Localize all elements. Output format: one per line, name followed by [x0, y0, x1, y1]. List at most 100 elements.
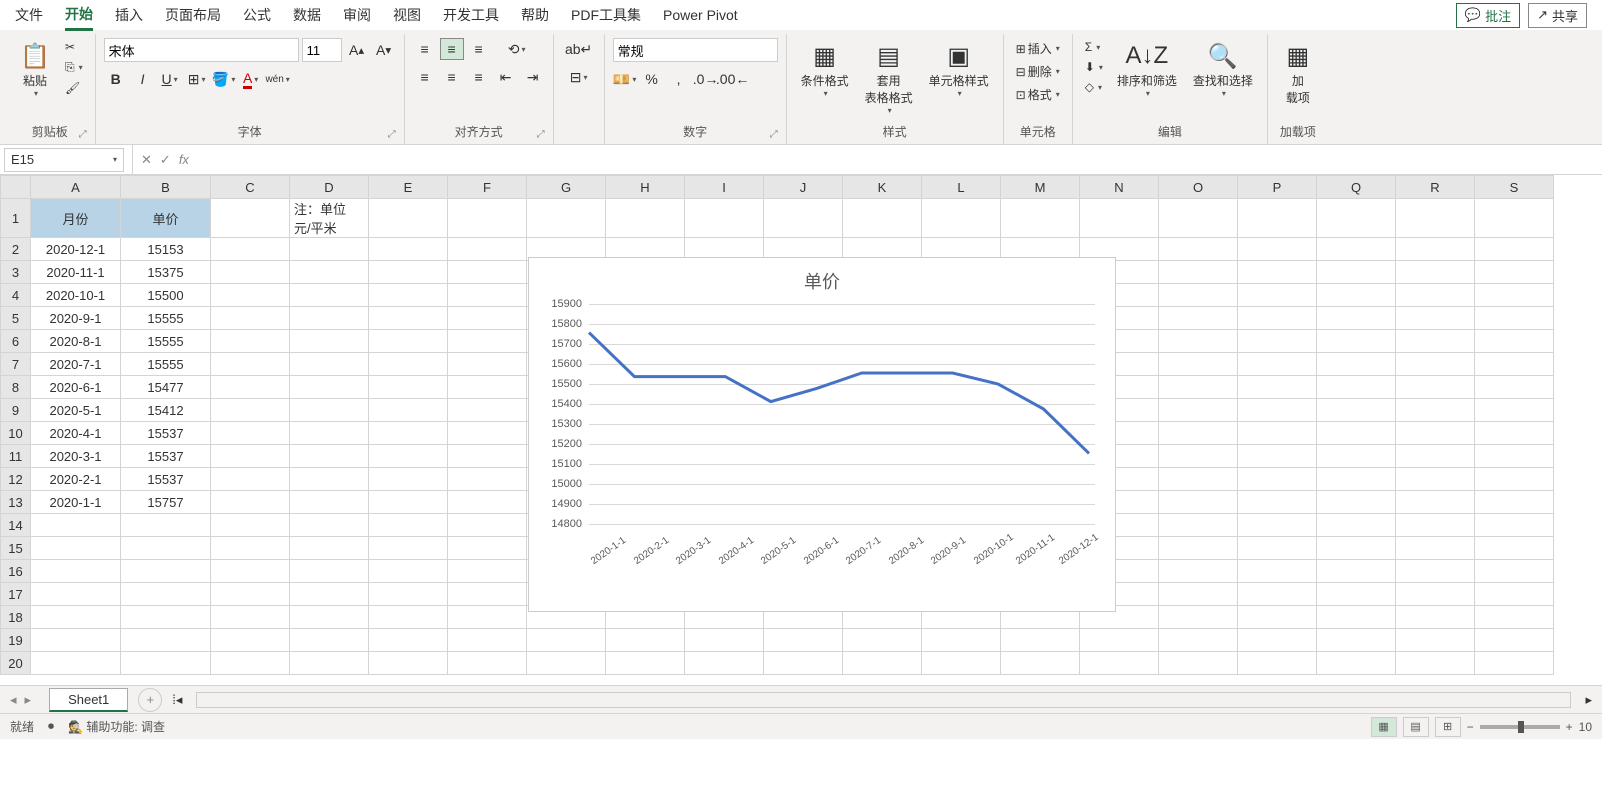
- cell-D16[interactable]: [290, 560, 369, 583]
- cell-B1[interactable]: 单价: [121, 199, 211, 238]
- cell-B6[interactable]: 15555: [121, 330, 211, 353]
- cell-O15[interactable]: [1159, 537, 1238, 560]
- cell-E14[interactable]: [369, 514, 448, 537]
- cell-P1[interactable]: [1238, 199, 1317, 238]
- cell-D2[interactable]: [290, 238, 369, 261]
- cell-A9[interactable]: 2020-5-1: [31, 399, 121, 422]
- cell-O8[interactable]: [1159, 376, 1238, 399]
- cell-M19[interactable]: [1001, 629, 1080, 652]
- cell-D1[interactable]: 注：单位 元/平米: [290, 199, 369, 238]
- cell-B13[interactable]: 15757: [121, 491, 211, 514]
- cell-E8[interactable]: [369, 376, 448, 399]
- cell-P13[interactable]: [1238, 491, 1317, 514]
- wrap-text-button[interactable]: ab↵: [562, 38, 596, 60]
- cell-R19[interactable]: [1396, 629, 1475, 652]
- cell-E17[interactable]: [369, 583, 448, 606]
- cell-S3[interactable]: [1475, 261, 1554, 284]
- cell-F11[interactable]: [448, 445, 527, 468]
- cell-H20[interactable]: [606, 652, 685, 675]
- row-header-12[interactable]: 12: [1, 468, 31, 491]
- col-header-B[interactable]: B: [121, 176, 211, 199]
- cell-A8[interactable]: 2020-6-1: [31, 376, 121, 399]
- cell-Q1[interactable]: [1317, 199, 1396, 238]
- cell-Q9[interactable]: [1317, 399, 1396, 422]
- cell-C8[interactable]: [211, 376, 290, 399]
- align-launcher-icon[interactable]: ⤢: [537, 129, 545, 140]
- cell-O5[interactable]: [1159, 307, 1238, 330]
- cell-C9[interactable]: [211, 399, 290, 422]
- cell-E12[interactable]: [369, 468, 448, 491]
- row-header-7[interactable]: 7: [1, 353, 31, 376]
- menu-data[interactable]: 数据: [293, 1, 321, 29]
- row-header-18[interactable]: 18: [1, 606, 31, 629]
- menu-powerpivot[interactable]: Power Pivot: [663, 3, 738, 27]
- cell-R14[interactable]: [1396, 514, 1475, 537]
- cell-D3[interactable]: [290, 261, 369, 284]
- cell-N1[interactable]: [1080, 199, 1159, 238]
- cell-O16[interactable]: [1159, 560, 1238, 583]
- cell-A15[interactable]: [31, 537, 121, 560]
- menu-pdf[interactable]: PDF工具集: [571, 1, 641, 29]
- sort-filter-button[interactable]: A↓Z排序和筛选▾: [1111, 38, 1183, 100]
- cell-E19[interactable]: [369, 629, 448, 652]
- cell-F8[interactable]: [448, 376, 527, 399]
- cell-A11[interactable]: 2020-3-1: [31, 445, 121, 468]
- cell-O4[interactable]: [1159, 284, 1238, 307]
- cell-A19[interactable]: [31, 629, 121, 652]
- cell-R20[interactable]: [1396, 652, 1475, 675]
- cell-B2[interactable]: 15153: [121, 238, 211, 261]
- italic-button[interactable]: I: [131, 68, 155, 90]
- table-format-button[interactable]: ▤套用 表格格式▾: [859, 38, 919, 117]
- cell-L20[interactable]: [922, 652, 1001, 675]
- cell-Q5[interactable]: [1317, 307, 1396, 330]
- cell-E6[interactable]: [369, 330, 448, 353]
- col-header-J[interactable]: J: [764, 176, 843, 199]
- row-header-2[interactable]: 2: [1, 238, 31, 261]
- cell-Q7[interactable]: [1317, 353, 1396, 376]
- chart[interactable]: 单价 1480014900150001510015200153001540015…: [528, 257, 1116, 612]
- merge-button[interactable]: ⊟▾: [562, 66, 596, 88]
- cell-C16[interactable]: [211, 560, 290, 583]
- cell-B3[interactable]: 15375: [121, 261, 211, 284]
- col-header-L[interactable]: L: [922, 176, 1001, 199]
- cell-B10[interactable]: 15537: [121, 422, 211, 445]
- cell-R17[interactable]: [1396, 583, 1475, 606]
- cell-R7[interactable]: [1396, 353, 1475, 376]
- cell-F20[interactable]: [448, 652, 527, 675]
- align-left-button[interactable]: ≡: [413, 66, 437, 88]
- cell-A16[interactable]: [31, 560, 121, 583]
- cell-A12[interactable]: 2020-2-1: [31, 468, 121, 491]
- cell-R16[interactable]: [1396, 560, 1475, 583]
- row-header-4[interactable]: 4: [1, 284, 31, 307]
- cell-R15[interactable]: [1396, 537, 1475, 560]
- cell-Q2[interactable]: [1317, 238, 1396, 261]
- col-header-K[interactable]: K: [843, 176, 922, 199]
- cell-E5[interactable]: [369, 307, 448, 330]
- clipboard-launcher-icon[interactable]: ⤢: [79, 129, 87, 140]
- col-header-N[interactable]: N: [1080, 176, 1159, 199]
- format-painter-button[interactable]: 🖌: [61, 79, 87, 97]
- cell-B15[interactable]: [121, 537, 211, 560]
- cell-C6[interactable]: [211, 330, 290, 353]
- cell-D6[interactable]: [290, 330, 369, 353]
- cell-D4[interactable]: [290, 284, 369, 307]
- cell-E9[interactable]: [369, 399, 448, 422]
- align-top-button[interactable]: ≡: [413, 38, 437, 60]
- cell-S20[interactable]: [1475, 652, 1554, 675]
- cell-I20[interactable]: [685, 652, 764, 675]
- cell-D13[interactable]: [290, 491, 369, 514]
- cell-R18[interactable]: [1396, 606, 1475, 629]
- autosum-button[interactable]: Σ▾: [1081, 38, 1107, 56]
- paste-button[interactable]: 📋 粘贴▾: [13, 38, 57, 100]
- cell-A5[interactable]: 2020-9-1: [31, 307, 121, 330]
- cell-P17[interactable]: [1238, 583, 1317, 606]
- cell-R2[interactable]: [1396, 238, 1475, 261]
- cell-Q19[interactable]: [1317, 629, 1396, 652]
- row-header-9[interactable]: 9: [1, 399, 31, 422]
- cell-I19[interactable]: [685, 629, 764, 652]
- cell-D10[interactable]: [290, 422, 369, 445]
- cell-O11[interactable]: [1159, 445, 1238, 468]
- format-cells-button[interactable]: ⊡格式▾: [1012, 84, 1064, 105]
- cell-Q16[interactable]: [1317, 560, 1396, 583]
- cell-Q18[interactable]: [1317, 606, 1396, 629]
